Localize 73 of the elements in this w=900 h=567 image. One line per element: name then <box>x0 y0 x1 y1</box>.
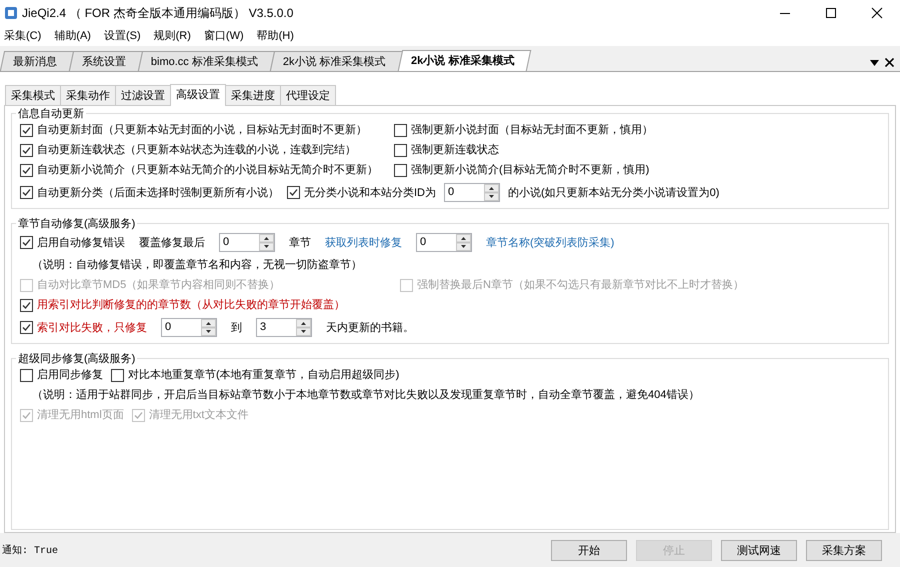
link[interactable]: 章节名称(突破列表防采集) <box>486 236 614 250</box>
menu-item[interactable]: 规则(R) <box>152 28 202 44</box>
field-label: 到 <box>231 320 242 335</box>
window-title: JieQi2.4 （ FOR 杰奇全版本通用编码版） V3.5.0.0 <box>22 4 294 22</box>
number-field[interactable]: 0 <box>219 233 275 252</box>
field-label: 覆盖修复最后 <box>139 236 205 250</box>
checkbox[interactable] <box>20 164 33 177</box>
group-title: 信息自动更新 <box>17 106 85 122</box>
checkbox-label[interactable]: 无分类小说和本站分类ID为 <box>304 186 436 200</box>
checkbox-label[interactable]: 强制更新小说封面（目标站无封面不更新，慎用） <box>411 123 653 138</box>
menu-item[interactable]: 辅助(A) <box>52 28 102 44</box>
number-field[interactable]: 0 <box>161 318 217 338</box>
checkbox-label[interactable]: 启用自动修复错误 <box>37 236 125 250</box>
checkbox-label[interactable]: 强制更新连载状态 <box>411 143 499 158</box>
group-title: 超级同步修复(高级服务) <box>17 352 136 366</box>
menu-item[interactable]: 采集(C) <box>2 28 52 44</box>
group-title: 章节自动修复(高级服务) <box>17 216 136 232</box>
number-field[interactable]: 3 <box>256 318 312 338</box>
stepper-buttons[interactable] <box>296 319 311 336</box>
checkbox-label[interactable]: 对比本地重复章节(本地有重复章节，自动启用超级同步) <box>128 368 400 382</box>
checkbox-label[interactable]: 用索引对比判断修复的的章节数（从对比失败的章节开始覆盖） <box>37 298 345 312</box>
field-label: 天内更新的书籍。 <box>326 320 414 335</box>
app-icon <box>4 6 18 20</box>
checkbox[interactable] <box>20 368 33 382</box>
document-tab[interactable]: bimo.cc 标准采集模式 <box>138 51 276 72</box>
checkbox[interactable] <box>287 186 300 200</box>
document-tab[interactable]: 最新消息 <box>0 51 74 72</box>
tab[interactable]: 高级设置 <box>170 84 226 106</box>
checkbox[interactable] <box>111 368 124 382</box>
action-button[interactable]: 采集方案 <box>806 540 882 561</box>
menu-item[interactable]: 窗口(W) <box>202 28 255 44</box>
action-button[interactable]: 开始 <box>551 540 627 561</box>
checkbox[interactable] <box>20 236 33 250</box>
number-field[interactable]: 0 <box>416 233 472 252</box>
tab[interactable]: 采集进度 <box>225 85 281 106</box>
checkbox[interactable] <box>20 321 33 334</box>
tab[interactable]: 采集模式 <box>5 85 61 106</box>
stepper-buttons[interactable] <box>484 184 499 202</box>
checkbox-label[interactable]: 自动更新封面（只更新本站无封面的小说，目标站无封面时不更新） <box>37 123 367 138</box>
document-tab[interactable]: 2k小说 标准采集模式 <box>270 51 403 72</box>
checkbox-label[interactable]: 自动更新分类（后面未选择时强制更新所有小说） <box>37 186 279 200</box>
action-button[interactable]: 测试网速 <box>721 540 797 561</box>
field-label: 章节 <box>289 236 311 250</box>
link[interactable]: 获取列表时修复 <box>325 236 402 250</box>
stepper-buttons[interactable] <box>456 234 471 252</box>
checkbox[interactable] <box>20 144 33 157</box>
tab[interactable]: 过滤设置 <box>115 85 171 106</box>
checkbox-label[interactable]: 自动更新连载状态（只更新本站状态为连载的小说，连载到完结） <box>37 143 356 158</box>
note-text: （说明：适用于站群同步，开启后当目标站章节数小于本地章节数或章节对比失败以及发现重复章节时，自动全章节覆盖，避免404错误） <box>31 388 700 402</box>
status-text: 通知: True <box>2 544 60 558</box>
document-tab[interactable]: 2k小说 标准采集模式 <box>397 50 532 72</box>
checkbox[interactable] <box>394 124 407 137</box>
checkbox[interactable] <box>20 186 33 200</box>
checkbox[interactable] <box>394 144 407 157</box>
menu-item[interactable]: 帮助(H) <box>254 28 305 44</box>
stepper-buttons[interactable] <box>201 319 216 336</box>
dropdown-icon[interactable] <box>870 60 879 66</box>
document-tab[interactable]: 系统设置 <box>68 51 144 72</box>
checkbox-label[interactable]: 索引对比失败，只修复 <box>37 320 147 335</box>
checkbox-label[interactable]: 自动更新小说简介（只更新本站无简介的小说目标站无简介时不更新） <box>37 163 378 178</box>
note-text: （说明：自动修复错误，即覆盖章节名和内容，无视一切防盗章节） <box>31 258 362 272</box>
checkbox[interactable] <box>20 124 33 137</box>
stepper-buttons[interactable] <box>259 234 274 252</box>
checkbox-label[interactable]: 强制更新小说简介(目标站无简介时不更新，慎用) <box>411 163 650 178</box>
menu-item[interactable]: 设置(S) <box>102 28 152 44</box>
checkbox-label[interactable]: 启用同步修复 <box>37 368 103 382</box>
number-field[interactable]: 0 <box>444 183 500 202</box>
close-icon[interactable] <box>885 58 894 68</box>
checkbox[interactable] <box>394 164 407 177</box>
field-label: 的小说(如只更新本站无分类小说请设置为0) <box>508 186 720 200</box>
tab[interactable]: 代理设定 <box>280 85 336 106</box>
checkbox[interactable] <box>20 298 33 312</box>
tab[interactable]: 采集动作 <box>60 85 116 106</box>
